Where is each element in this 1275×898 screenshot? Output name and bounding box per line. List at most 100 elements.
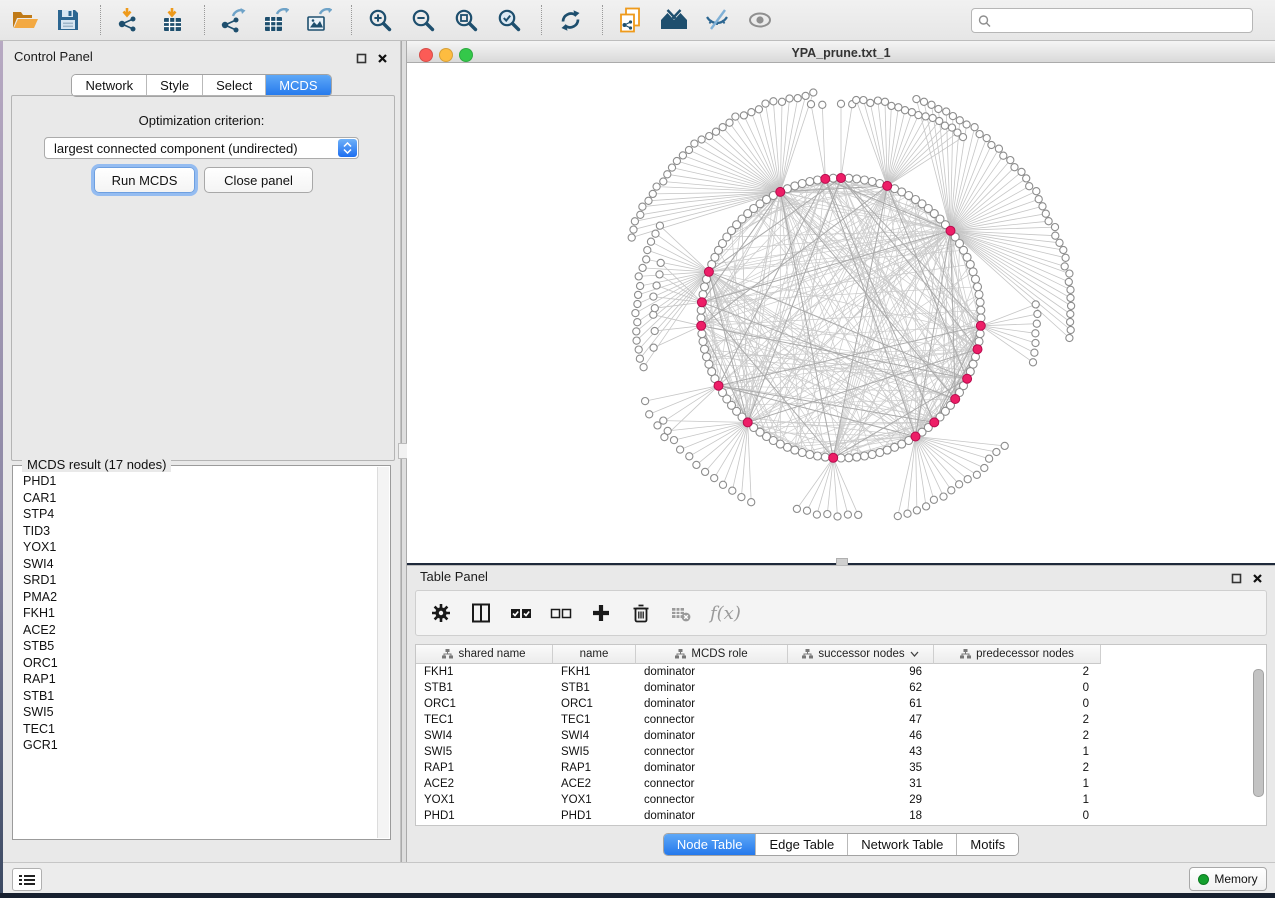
table-cell: 2 xyxy=(934,714,1101,726)
table-row[interactable]: ORC1ORC1dominator610 xyxy=(416,696,1266,712)
table-scrollbar[interactable] xyxy=(1253,669,1264,797)
table-row[interactable]: ACE2ACE2connector311 xyxy=(416,776,1266,792)
column-header-predecessor-nodes[interactable]: predecessor nodes xyxy=(934,645,1101,664)
memory-status-icon xyxy=(1198,874,1209,885)
node-table: shared namenameMCDS rolesuccessor nodesp… xyxy=(415,644,1267,826)
close-panel-icon[interactable] xyxy=(377,51,388,69)
control-panel-title: Control Panel xyxy=(14,49,93,64)
mcds-result-list[interactable]: PHD1CAR1STP4TID3YOX1SWI4SRD1PMA2FKH1ACE2… xyxy=(23,473,374,835)
table-cell: SWI4 xyxy=(416,730,553,742)
gear-icon[interactable] xyxy=(430,601,452,625)
column-header-name[interactable]: name xyxy=(553,645,636,664)
mcds-node-item[interactable]: TEC1 xyxy=(23,721,374,738)
close-panel-button[interactable]: Close panel xyxy=(204,167,313,193)
mcds-list-scrollbar[interactable] xyxy=(377,467,389,838)
table-row[interactable]: YOX1YOX1connector291 xyxy=(416,792,1266,808)
zoom-in-icon[interactable] xyxy=(365,5,395,35)
table-cell: 61 xyxy=(788,698,934,710)
export-table-icon[interactable] xyxy=(261,5,291,35)
network-title: YPA_prune.txt_1 xyxy=(407,46,1275,60)
hide-selected-icon[interactable] xyxy=(702,5,732,35)
destroy-table-icon xyxy=(670,601,692,625)
add-column-icon[interactable] xyxy=(590,601,612,625)
apply-layout-icon[interactable] xyxy=(555,5,585,35)
table-cell: 0 xyxy=(934,810,1101,822)
column-header-shared-name[interactable]: shared name xyxy=(416,645,553,664)
optimization-criterion-label: Optimization criterion: xyxy=(3,113,400,128)
import-network-icon[interactable] xyxy=(114,5,144,35)
mcds-node-item[interactable]: PHD1 xyxy=(23,473,374,490)
mcds-node-item[interactable]: FKH1 xyxy=(23,605,374,622)
mcds-node-item[interactable]: RAP1 xyxy=(23,671,374,688)
mcds-node-item[interactable]: SWI5 xyxy=(23,704,374,721)
table-cell: dominator xyxy=(636,762,788,774)
mcds-node-item[interactable]: CAR1 xyxy=(23,490,374,507)
table-row[interactable]: TEC1TEC1connector472 xyxy=(416,712,1266,728)
split-columns-icon[interactable] xyxy=(470,601,492,625)
search-input[interactable] xyxy=(996,13,1246,29)
save-session-icon[interactable] xyxy=(53,5,83,35)
first-neighbors-icon[interactable] xyxy=(659,5,689,35)
tab-style[interactable]: Style xyxy=(147,75,203,96)
mcds-node-item[interactable]: SRD1 xyxy=(23,572,374,589)
mcds-node-item[interactable]: TID3 xyxy=(23,523,374,540)
optimization-criterion-select[interactable]: largest connected component (undirected) xyxy=(44,137,359,159)
table-cell: 43 xyxy=(788,746,934,758)
column-header-successor-nodes[interactable]: successor nodes xyxy=(788,645,934,664)
toolbar-separator xyxy=(602,5,604,35)
tab-network-table[interactable]: Network Table xyxy=(848,834,957,855)
network-window-titlebar[interactable]: YPA_prune.txt_1 xyxy=(407,41,1275,63)
deselect-all-icon[interactable] xyxy=(550,601,572,625)
table-row[interactable]: STB1STB1dominator620 xyxy=(416,680,1266,696)
clone-network-icon[interactable] xyxy=(616,5,646,35)
memory-label: Memory xyxy=(1214,872,1257,886)
tab-network[interactable]: Network xyxy=(72,75,147,96)
mcds-node-item[interactable]: ORC1 xyxy=(23,655,374,672)
control-panel-tabs: NetworkStyleSelectMCDS xyxy=(3,74,400,97)
table-cell: ACE2 xyxy=(416,778,553,790)
table-row[interactable]: FKH1FKH1dominator962 xyxy=(416,664,1266,680)
table-row[interactable]: RAP1RAP1dominator352 xyxy=(416,760,1266,776)
open-file-icon[interactable] xyxy=(10,5,40,35)
search-box[interactable] xyxy=(971,8,1253,33)
column-header-MCDS-role[interactable]: MCDS role xyxy=(636,645,788,664)
table-row[interactable]: SWI5SWI5connector431 xyxy=(416,744,1266,760)
zoom-out-icon[interactable] xyxy=(408,5,438,35)
export-network-icon[interactable] xyxy=(218,5,248,35)
table-row[interactable]: PHD1PHD1dominator180 xyxy=(416,808,1266,824)
table-cell: SWI5 xyxy=(416,746,553,758)
import-table-icon[interactable] xyxy=(157,5,187,35)
tab-select[interactable]: Select xyxy=(203,75,266,96)
mcds-node-item[interactable]: SWI4 xyxy=(23,556,374,573)
tab-node-table[interactable]: Node Table xyxy=(664,834,757,855)
table-row[interactable]: SWI4SWI4dominator462 xyxy=(416,728,1266,744)
mcds-node-item[interactable]: STB5 xyxy=(23,638,374,655)
mcds-node-item[interactable]: YOX1 xyxy=(23,539,374,556)
tab-edge-table[interactable]: Edge Table xyxy=(756,834,848,855)
mcds-node-item[interactable]: STP4 xyxy=(23,506,374,523)
zoom-fit-icon[interactable] xyxy=(451,5,481,35)
table-cell: 1 xyxy=(934,778,1101,790)
tab-mcds[interactable]: MCDS xyxy=(266,75,330,96)
mcds-node-item[interactable]: GCR1 xyxy=(23,737,374,754)
delete-column-icon[interactable] xyxy=(630,601,652,625)
network-graph-canvas[interactable] xyxy=(407,63,1275,563)
mcds-node-item[interactable]: ACE2 xyxy=(23,622,374,639)
float-table-panel-icon[interactable] xyxy=(1231,571,1242,589)
mcds-node-item[interactable]: PMA2 xyxy=(23,589,374,606)
zoom-selected-icon[interactable] xyxy=(494,5,524,35)
export-image-icon[interactable] xyxy=(304,5,334,35)
close-table-panel-icon[interactable] xyxy=(1252,571,1263,589)
table-cell: ACE2 xyxy=(553,778,636,790)
mcds-node-item[interactable]: STB1 xyxy=(23,688,374,705)
memory-button[interactable]: Memory xyxy=(1189,867,1267,891)
select-all-icon[interactable] xyxy=(510,601,532,625)
run-mcds-button[interactable]: Run MCDS xyxy=(94,167,195,193)
table-cell: 31 xyxy=(788,778,934,790)
float-panel-icon[interactable] xyxy=(356,51,367,69)
tab-motifs[interactable]: Motifs xyxy=(957,834,1018,855)
task-history-button[interactable] xyxy=(12,868,42,891)
table-cell: dominator xyxy=(636,730,788,742)
toolbar-separator xyxy=(541,5,543,35)
table-cell: connector xyxy=(636,714,788,726)
